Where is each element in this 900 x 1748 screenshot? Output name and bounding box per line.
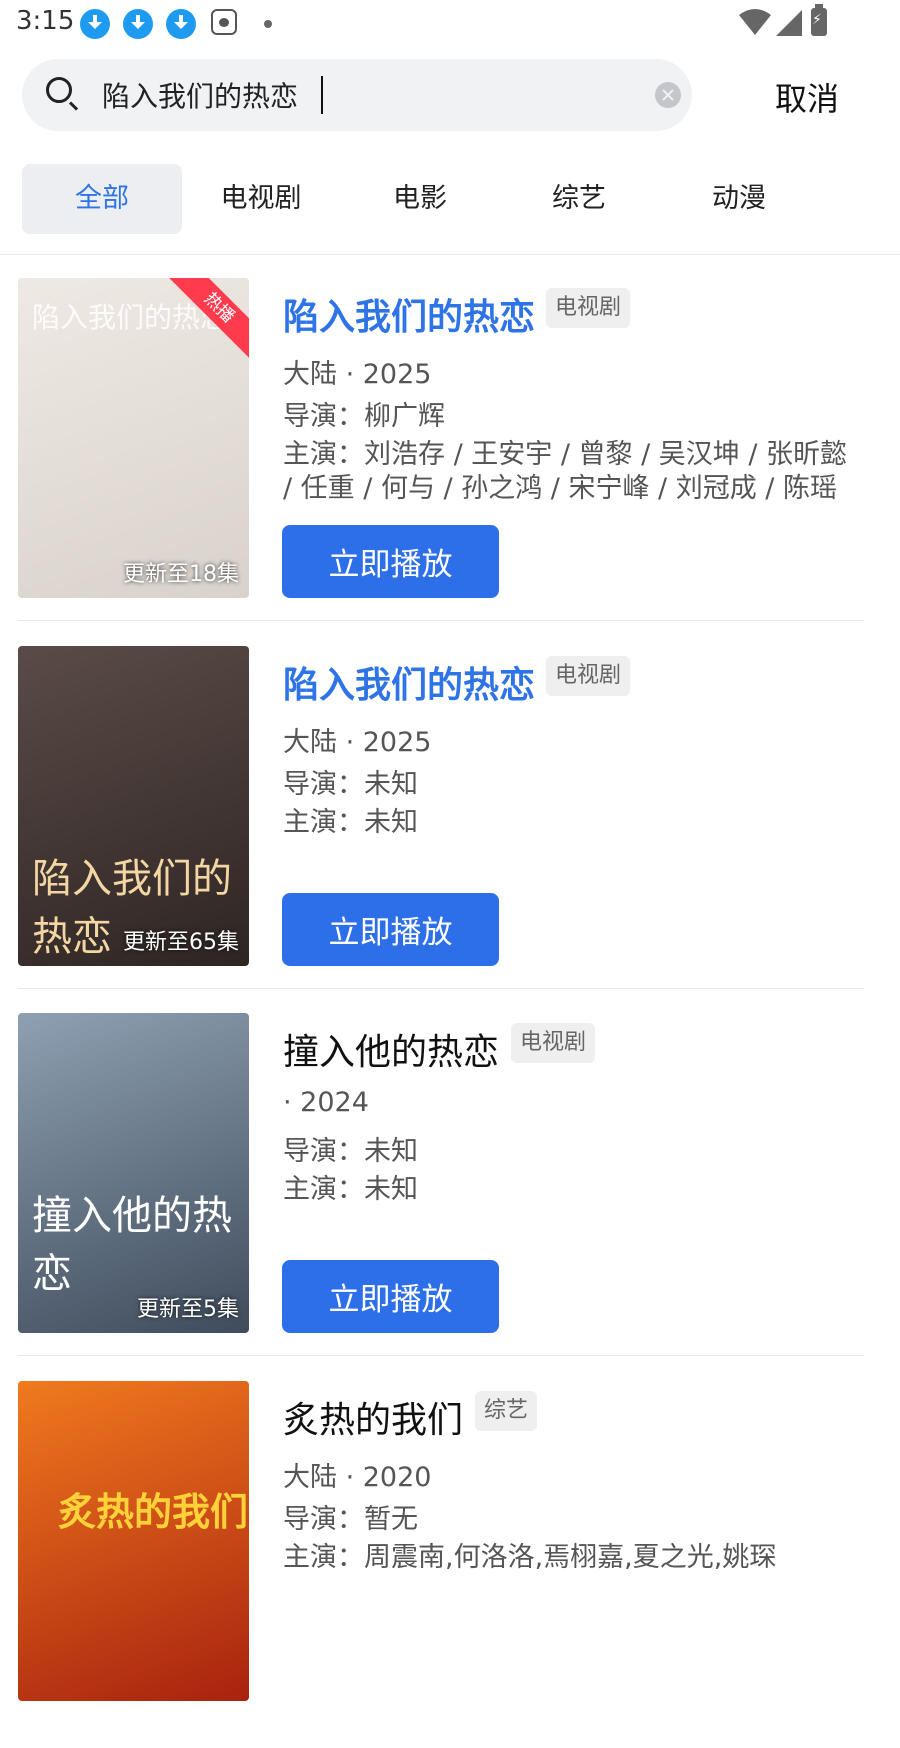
notification-dot-icon: [264, 20, 272, 28]
play-now-button[interactable]: 立即播放: [282, 1260, 499, 1333]
region-year: 大陆 · 2025: [283, 359, 432, 390]
result-title[interactable]: 炙热的我们: [283, 1391, 463, 1443]
result-title[interactable]: 陷入我们的热恋: [283, 656, 535, 708]
divider: [18, 988, 864, 989]
result-item: 撞入他的热恋 更新至5集 撞入他的热恋 电视剧 · 2024 导演：未知 主演：…: [0, 1013, 900, 1380]
tab-variety[interactable]: 综艺: [499, 164, 659, 234]
episode-badge: 更新至18集: [123, 562, 239, 587]
director: 导演：暂无: [283, 1504, 418, 1535]
region-year: 大陆 · 2020: [283, 1462, 432, 1493]
wifi-icon: [739, 9, 771, 35]
poster-image[interactable]: 撞入他的热恋 更新至5集: [18, 1013, 249, 1333]
cancel-button[interactable]: 取消: [775, 74, 839, 120]
search-icon: [46, 77, 72, 103]
cellular-signal-icon: [776, 10, 802, 36]
status-time: 3:15: [16, 6, 75, 36]
poster-title: 炙热的我们: [58, 1489, 249, 1534]
result-item: 炙热的我们 炙热的我们 综艺 大陆 · 2020 导演：暂无 主演：周震南,何洛…: [0, 1381, 900, 1748]
director: 导演：柳广辉: [283, 401, 445, 432]
divider: [0, 254, 900, 255]
poster-image[interactable]: 陷入我们的热恋 更新至65集: [18, 646, 249, 966]
tab-movie[interactable]: 电影: [340, 164, 500, 234]
result-item: 陷入我们的热恋 热播 更新至18集 陷入我们的热恋 电视剧 大陆 · 2025 …: [0, 278, 900, 645]
search-bar: [22, 59, 692, 131]
battery-charging-icon: [811, 4, 827, 36]
divider: [18, 620, 864, 621]
download-icon: [80, 9, 110, 39]
poster-image[interactable]: 陷入我们的热恋 热播 更新至18集: [18, 278, 249, 598]
result-title[interactable]: 撞入他的热恋: [283, 1023, 499, 1075]
result-item: 陷入我们的热恋 更新至65集 陷入我们的热恋 电视剧 大陆 · 2025 导演：…: [0, 646, 900, 1013]
tab-all[interactable]: 全部: [22, 164, 182, 234]
region-year: · 2024: [283, 1087, 369, 1118]
divider: [18, 1355, 864, 1356]
cast: 主演：未知: [283, 1174, 418, 1205]
text-cursor: [321, 76, 323, 114]
tab-anime[interactable]: 动漫: [659, 164, 819, 234]
download-icon: [166, 9, 196, 39]
search-input[interactable]: [102, 73, 642, 117]
cast: 主演：周震南,何洛洛,焉栩嘉,夏之光,姚琛: [283, 1542, 777, 1573]
type-badge: 综艺: [475, 1391, 538, 1431]
type-badge: 电视剧: [546, 288, 631, 328]
cast: 主演：刘浩存 / 王安宇 / 曾黎 / 吴汉坤 / 张昕懿 / 任重 / 何与 …: [283, 439, 848, 504]
download-icon: [123, 9, 153, 39]
baidu-paw-icon: [211, 9, 237, 35]
region-year: 大陆 · 2025: [283, 727, 432, 758]
play-now-button[interactable]: 立即播放: [282, 525, 499, 598]
episode-badge: 更新至65集: [123, 930, 239, 955]
tab-tv-series[interactable]: 电视剧: [181, 164, 341, 234]
status-bar: 3:15: [0, 0, 900, 48]
director: 导演：未知: [283, 769, 418, 800]
category-tabs: 全部 电视剧 电影 综艺 动漫: [22, 164, 882, 236]
play-now-button[interactable]: 立即播放: [282, 893, 499, 966]
cast: 主演：未知: [283, 807, 418, 838]
director: 导演：未知: [283, 1136, 418, 1167]
type-badge: 电视剧: [511, 1023, 596, 1063]
episode-badge: 更新至5集: [137, 1297, 239, 1322]
clear-icon[interactable]: [655, 82, 681, 108]
result-title[interactable]: 陷入我们的热恋: [283, 288, 535, 340]
poster-title: 撞入他的热恋: [32, 1193, 232, 1297]
poster-image[interactable]: 炙热的我们: [18, 1381, 249, 1701]
type-badge: 电视剧: [546, 656, 631, 696]
